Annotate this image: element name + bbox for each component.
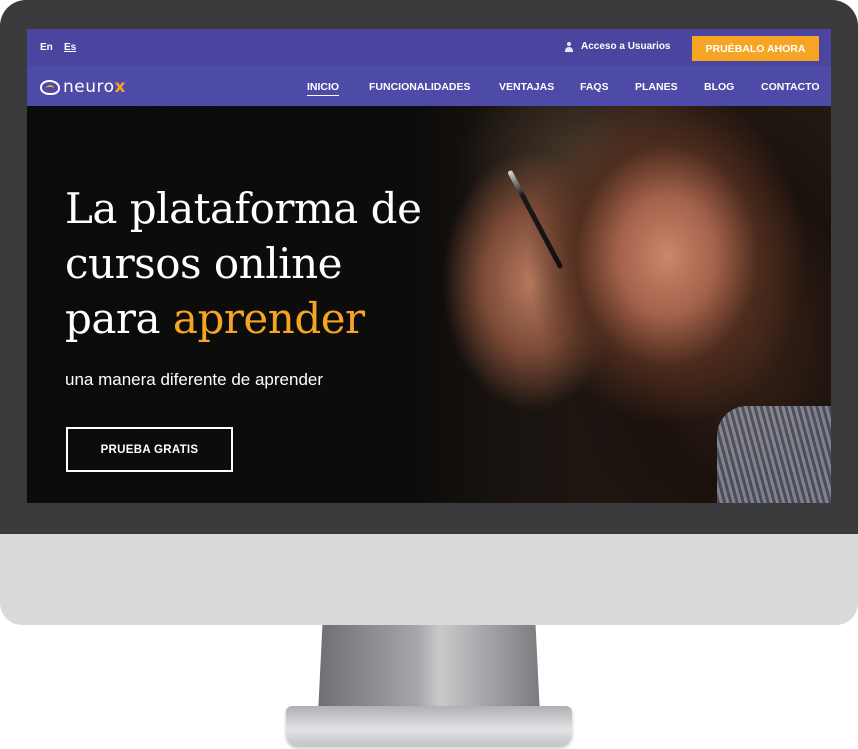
user-access-label: Acceso a Usuarios [581, 41, 671, 52]
hero-title-line-3: para aprender [65, 291, 485, 346]
hero-title-line-3-text: para [65, 294, 173, 343]
hero-subtitle: una manera diferente de aprender [65, 370, 324, 389]
brand-name-accent: x [114, 77, 126, 97]
main-nav: neuro x INICIO FUNCIONALIDADES VENTAJAS … [27, 66, 831, 106]
user-icon [565, 41, 573, 52]
hero-title-accent: aprender [172, 294, 365, 343]
hero-title: La plataforma de cursos online para apre… [65, 181, 485, 346]
hero-section: La plataforma de cursos online para apre… [27, 106, 831, 503]
hero-photo-pen [507, 169, 564, 270]
lang-en-link[interactable]: En [40, 42, 53, 53]
hero-title-line-1: La plataforma de [65, 184, 422, 233]
brand-logo[interactable]: neuro x [40, 77, 126, 97]
nav-item-contacto[interactable]: CONTACTO [761, 81, 820, 93]
nav-item-faqs[interactable]: FAQS [580, 81, 609, 93]
brand-name: neuro [63, 77, 115, 97]
free-trial-button[interactable]: PRUEBA GRATIS [66, 427, 233, 472]
hero-title-line-2: cursos online [65, 239, 343, 288]
monitor-stand-foot [286, 706, 572, 746]
nav-item-ventajas[interactable]: VENTAJAS [499, 81, 554, 93]
try-now-button[interactable]: PRUÉBALO AHORA [692, 36, 819, 61]
nav-item-blog[interactable]: BLOG [704, 81, 734, 93]
nav-item-funcionalidades[interactable]: FUNCIONALIDADES [369, 81, 471, 93]
user-access-link[interactable]: Acceso a Usuarios [565, 41, 671, 52]
nav-item-planes[interactable]: PLANES [635, 81, 678, 93]
monitor-stand-neck [318, 625, 540, 715]
lang-es-link[interactable]: Es [64, 42, 76, 53]
top-bar: En Es Acceso a Usuarios PRUÉBALO AHORA [27, 29, 831, 66]
hero-photo-shirt [717, 406, 831, 503]
nav-item-inicio[interactable]: INICIO [307, 81, 340, 96]
website-screen: En Es Acceso a Usuarios PRUÉBALO AHORA n… [27, 29, 831, 503]
monitor-chin [0, 534, 858, 625]
brain-logo-icon [40, 79, 60, 95]
